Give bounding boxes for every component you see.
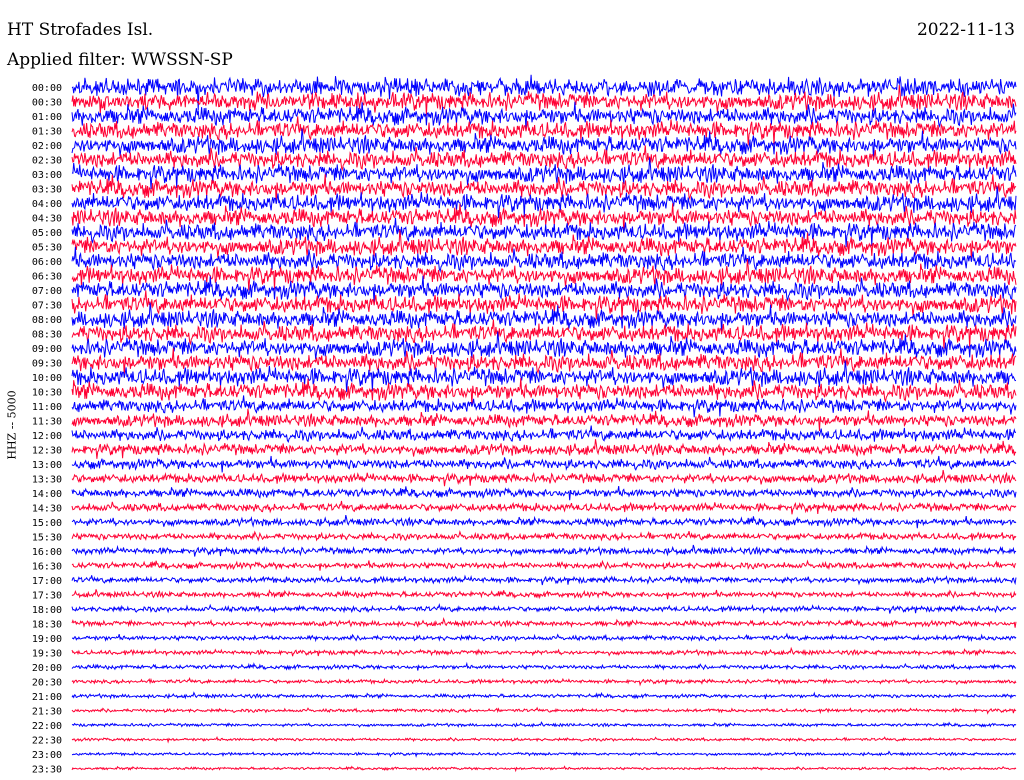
trace-line-1600 <box>71 544 1017 558</box>
trace-line-0000 <box>71 74 1017 111</box>
hour-label: 00:00 <box>32 83 62 94</box>
hour-label: 03:30 <box>32 185 62 196</box>
hour-label: 16:00 <box>32 547 62 558</box>
hour-label: 05:00 <box>32 228 62 239</box>
hour-label: 10:30 <box>32 388 62 399</box>
helicorder-plot: 00:00 00:30 01:00 01:30 02:00 02:30 03:00 03:30… <box>32 74 1017 776</box>
hour-label: 10:00 <box>32 373 62 384</box>
hour-label: 08:30 <box>32 330 62 341</box>
hour-label: 11:00 <box>32 402 62 413</box>
hour-label: 04:30 <box>32 214 62 225</box>
trace-line-2000 <box>71 661 1017 671</box>
trace-line-2330 <box>71 765 1017 773</box>
hour-label: 22:30 <box>32 736 62 747</box>
hour-label: 07:30 <box>32 301 62 312</box>
trace-line-1330 <box>71 469 1017 487</box>
hour-label: 17:00 <box>32 576 62 587</box>
trace-line-1930 <box>71 646 1017 657</box>
hour-label: 06:30 <box>32 272 62 283</box>
trace-line-1530 <box>71 529 1017 542</box>
trace-line-1500 <box>71 514 1017 529</box>
trace-line-1730 <box>71 589 1017 600</box>
hour-label: 18:00 <box>32 605 62 616</box>
trace-line-1430 <box>71 500 1017 515</box>
trace-group <box>71 74 1017 773</box>
hour-label: 09:30 <box>32 359 62 370</box>
hour-label: 14:00 <box>32 489 62 500</box>
hour-label: 00:30 <box>32 98 62 109</box>
trace-line-2200 <box>71 721 1017 728</box>
hour-label: 11:30 <box>32 417 62 428</box>
trace-line-2100 <box>71 691 1017 700</box>
trace-line-1800 <box>71 603 1017 614</box>
hour-label: 20:00 <box>32 663 62 674</box>
trace-line-1200 <box>71 425 1016 444</box>
hour-label: 01:30 <box>32 127 62 138</box>
hour-label: 07:00 <box>32 286 62 297</box>
trace-line-1700 <box>71 574 1017 586</box>
hour-label: 03:00 <box>32 170 62 181</box>
trace-line-2230 <box>71 735 1017 744</box>
trace-line-1130 <box>71 408 1017 432</box>
hour-label: 09:00 <box>32 344 62 355</box>
trace-line-2130 <box>71 706 1017 715</box>
trace-line-1900 <box>71 632 1017 643</box>
hour-label: 19:30 <box>32 649 62 660</box>
hour-label: 13:30 <box>32 475 62 486</box>
hour-label: 21:30 <box>32 707 62 718</box>
hour-label: 23:30 <box>32 765 62 776</box>
trace-line-2030 <box>71 676 1017 687</box>
hour-label: 21:00 <box>32 692 62 703</box>
hour-label: 19:00 <box>32 634 62 645</box>
hour-label: 18:30 <box>32 620 62 631</box>
trace-line-1830 <box>71 617 1017 629</box>
hour-label: 22:00 <box>32 721 62 732</box>
trace-line-1100 <box>71 395 1017 418</box>
hour-label: 02:00 <box>32 141 62 152</box>
trace-line-1230 <box>71 439 1017 459</box>
trace-line-1630 <box>71 559 1017 571</box>
hour-label: 20:30 <box>32 678 62 689</box>
hour-label: 01:00 <box>32 112 62 123</box>
trace-line-0600 <box>71 246 1017 273</box>
hour-label: 12:00 <box>32 431 62 442</box>
hour-label: 15:30 <box>32 533 62 544</box>
hour-label: 05:30 <box>32 243 62 254</box>
hour-label: 04:00 <box>32 199 62 210</box>
hour-label: 12:30 <box>32 446 62 457</box>
hour-label: 16:30 <box>32 562 62 573</box>
hour-label: 08:00 <box>32 315 62 326</box>
hour-label: 15:00 <box>32 518 62 529</box>
trace-line-1400 <box>71 486 1017 501</box>
trace-line-1300 <box>71 455 1017 473</box>
trace-line-2300 <box>71 750 1017 758</box>
hour-label: 13:00 <box>32 460 62 471</box>
hour-label: 02:30 <box>32 156 62 167</box>
hour-label: 17:30 <box>32 591 62 602</box>
hour-label-group: 00:00 00:30 01:00 01:30 02:00 02:30 03:00 03:30… <box>32 83 62 776</box>
hour-label: 23:00 <box>32 750 62 761</box>
hour-label: 14:30 <box>32 504 62 515</box>
hour-label: 06:00 <box>32 257 62 268</box>
